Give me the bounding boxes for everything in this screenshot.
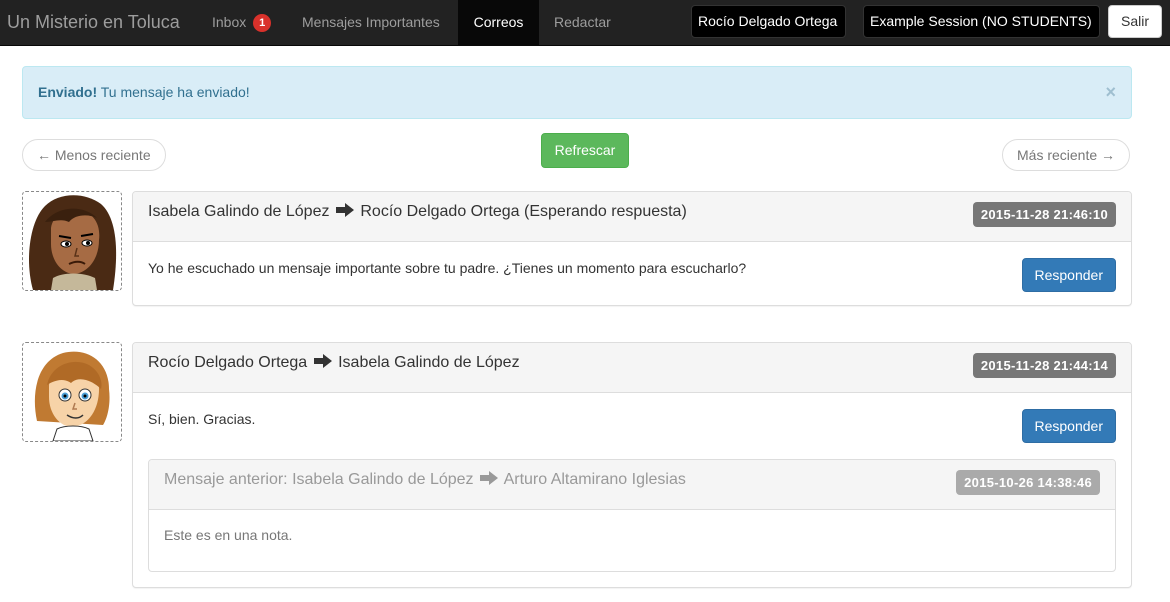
message-to: Isabela Galindo de López (338, 354, 520, 371)
user-name-button[interactable]: Rocío Delgado Ortega (691, 5, 846, 38)
message-body: Yo he escuchado un mensaje importante so… (133, 242, 1131, 306)
previous-message-panel: Mensaje anterior: Isabela Galindo de Lóp… (148, 459, 1116, 572)
alert-strong: Enviado! (38, 84, 98, 100)
message-to: Rocío Delgado Ortega (Esperando respuest… (360, 203, 687, 220)
message-from: Rocío Delgado Ortega (148, 354, 308, 371)
message-heading: Isabela Galindo de López Rocío Delgado O… (133, 192, 1131, 242)
sender-avatar-rocio (22, 342, 122, 442)
close-icon[interactable]: × (1105, 67, 1116, 118)
nav-inbox[interactable]: Inbox 1 (197, 0, 286, 46)
inbox-count-badge: 1 (253, 14, 272, 32)
older-button[interactable]: ← Menos reciente (22, 139, 166, 171)
avatar-isabela-icon (29, 195, 117, 290)
message-panel: Isabela Galindo de López Rocío Delgado O… (132, 191, 1132, 306)
alert-text: Tu mensaje ha enviado! (100, 84, 250, 100)
newer-button[interactable]: Más reciente → (1002, 139, 1131, 171)
arrow-right-icon (313, 354, 332, 368)
arrow-right-icon (335, 203, 354, 217)
previous-message-text: Este es en una nota. (164, 527, 293, 543)
message-panel: Rocío Delgado Ortega Isabela Galindo de … (132, 342, 1132, 588)
message-date-badge: 2015-11-28 21:44:14 (972, 353, 1116, 378)
previous-message-heading: Mensaje anterior: Isabela Galindo de Lóp… (149, 460, 1115, 510)
message-text: Yo he escuchado un mensaje importante so… (148, 260, 747, 276)
success-alert: Enviado! Tu mensaje ha enviado! × (22, 66, 1132, 119)
nav-mail[interactable]: Correos (458, 0, 539, 46)
previous-message-date-badge: 2015-10-26 14:38:46 (956, 470, 1100, 495)
previous-message-body: Este es en una nota. (149, 510, 1115, 570)
message-heading: Rocío Delgado Ortega Isabela Galindo de … (133, 343, 1131, 393)
reply-button[interactable]: Responder (1021, 409, 1116, 443)
previous-message-prefix: Mensaje anterior: (164, 471, 288, 488)
nav-important[interactable]: Mensajes Importantes (287, 0, 455, 46)
arrow-right-icon (480, 471, 498, 485)
message-from: Isabela Galindo de López (148, 203, 330, 220)
message-date-badge: 2015-11-28 21:46:10 (972, 202, 1116, 227)
session-button[interactable]: Example Session (NO STUDENTS) (863, 5, 1100, 38)
app-brand[interactable]: Un Misterio en Toluca (7, 0, 180, 46)
nav-inbox-label: Inbox (212, 14, 247, 30)
avatar-rocio-icon (34, 351, 110, 441)
sender-avatar-isabela (22, 191, 122, 291)
refresh-button[interactable]: Refrescar (541, 133, 629, 168)
nav-compose[interactable]: Redactar (539, 0, 626, 46)
logout-button[interactable]: Salir (1108, 5, 1162, 38)
message-text: Sí, bien. Gracias. (148, 411, 256, 427)
reply-button[interactable]: Responder (1021, 258, 1116, 292)
top-navbar: Un Misterio en Toluca Inbox 1 Mensajes I… (0, 0, 1170, 46)
previous-message-from: Isabela Galindo de López (292, 471, 474, 488)
previous-message-to: Arturo Altamirano Iglesias (503, 471, 686, 488)
message-body: Sí, bien. Gracias. Responder Mensaje ant… (133, 393, 1131, 587)
